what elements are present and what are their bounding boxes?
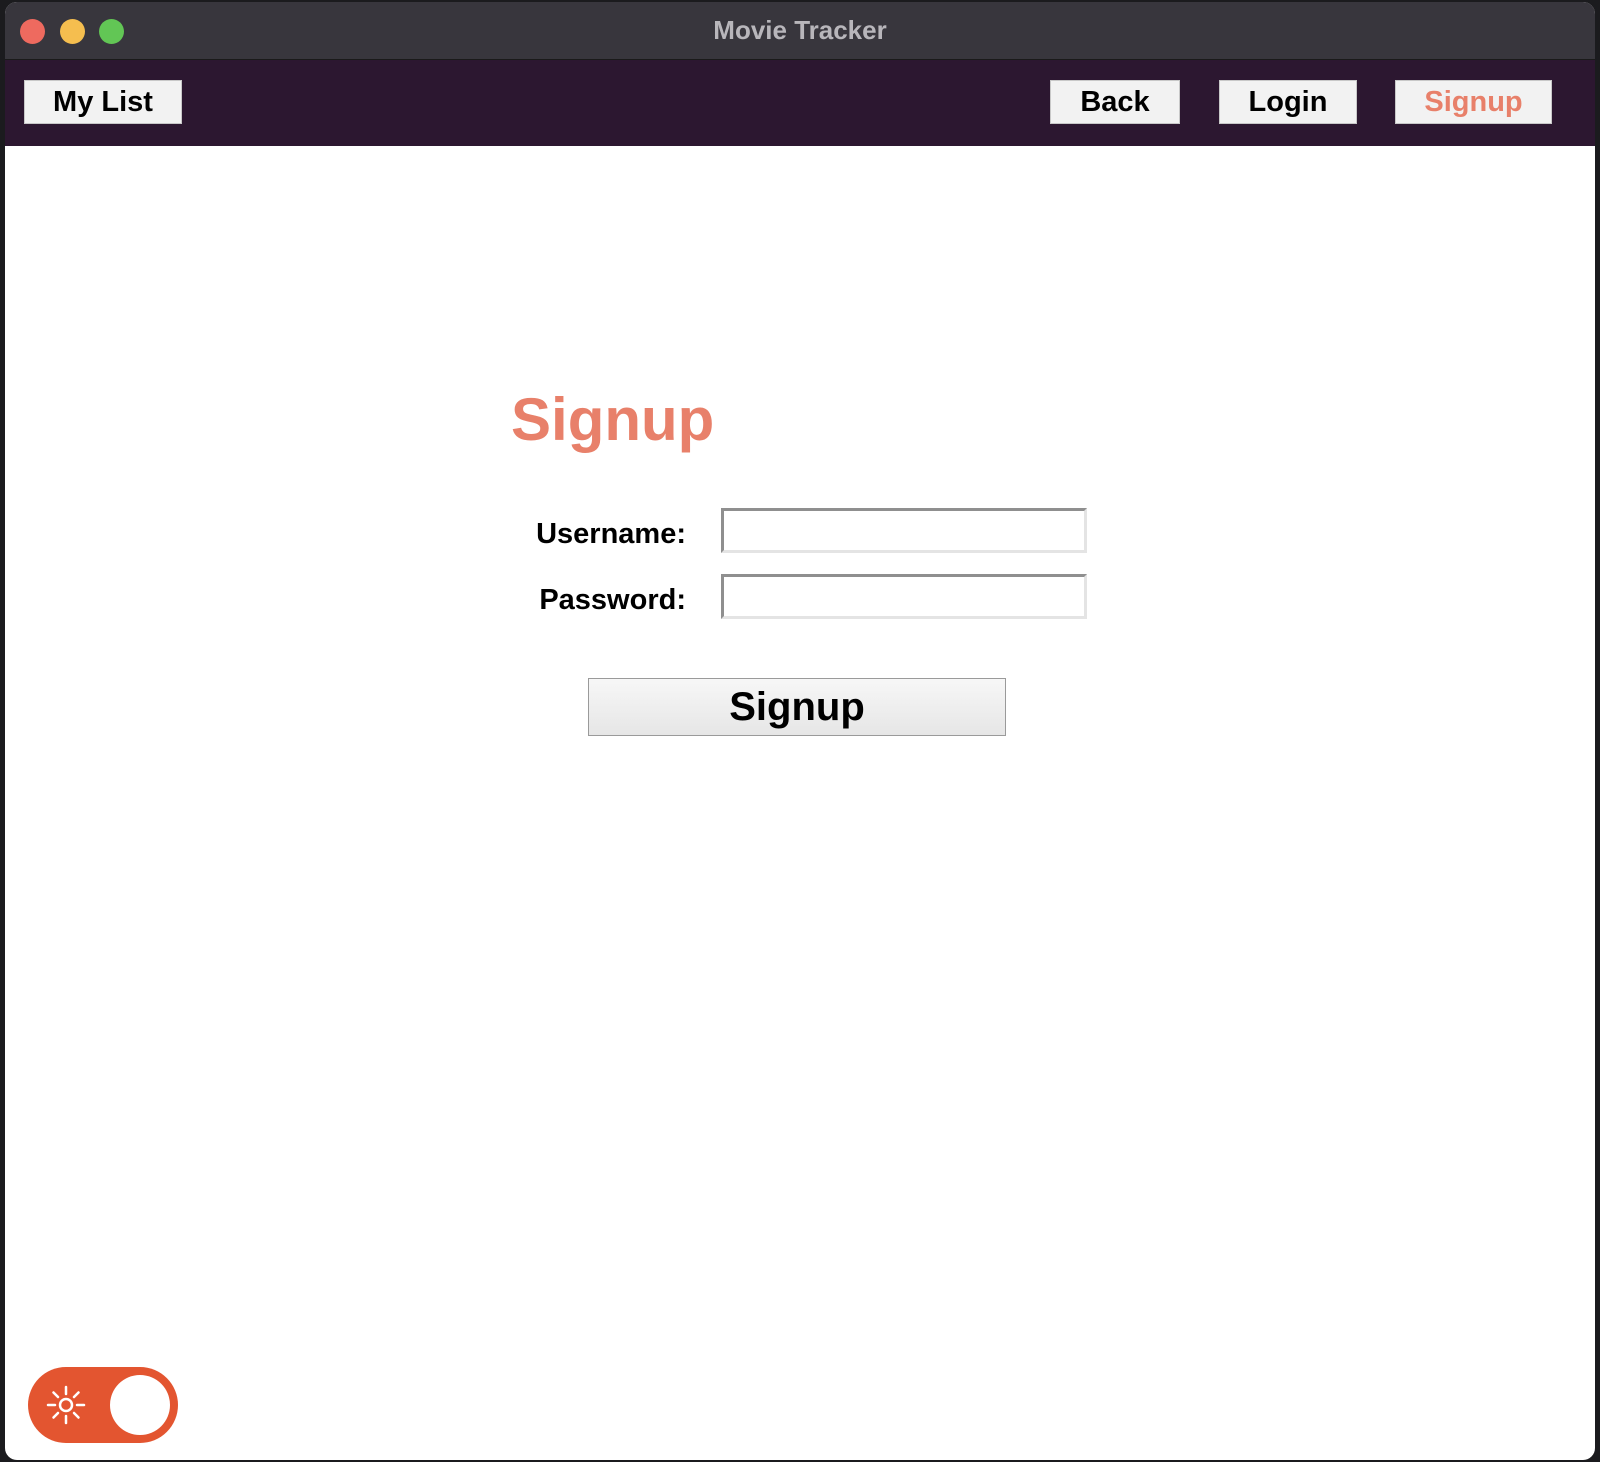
window-title: Movie Tracker xyxy=(713,15,887,45)
page-title: Signup xyxy=(511,386,715,453)
signup-nav-button[interactable]: Signup xyxy=(1395,80,1552,124)
back-button[interactable]: Back xyxy=(1050,80,1180,124)
sun-icon xyxy=(46,1385,86,1425)
password-label: Password: xyxy=(539,584,686,616)
app-window: Movie Tracker My List Back Login Signup … xyxy=(5,2,1595,1460)
username-input[interactable] xyxy=(721,508,1087,553)
theme-toggle[interactable] xyxy=(28,1367,178,1443)
title-bar[interactable]: Movie Tracker xyxy=(5,2,1595,60)
login-nav-button[interactable]: Login xyxy=(1219,80,1357,124)
password-input[interactable] xyxy=(721,574,1087,619)
my-list-button[interactable]: My List xyxy=(24,80,182,124)
toggle-knob[interactable] xyxy=(110,1375,170,1435)
navbar: My List Back Login Signup xyxy=(5,60,1595,146)
username-label: Username: xyxy=(536,518,686,550)
signup-submit-button[interactable]: Signup xyxy=(588,678,1006,736)
